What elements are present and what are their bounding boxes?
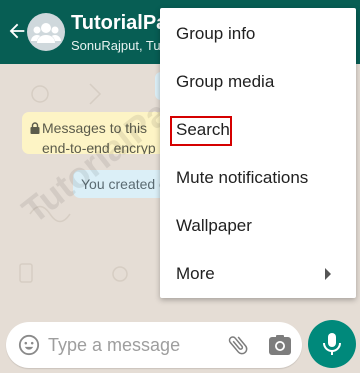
back-arrow-icon[interactable] [6, 20, 28, 42]
menu-item-more[interactable]: More [160, 250, 356, 298]
camera-icon[interactable] [268, 334, 292, 356]
group-created-notice: You created g [73, 170, 173, 198]
attach-icon[interactable] [226, 333, 250, 357]
mic-icon [323, 333, 341, 355]
menu-item-wallpaper[interactable]: Wallpaper [160, 202, 356, 250]
menu-item-mute-notifications[interactable]: Mute notifications [160, 154, 356, 202]
encryption-notice[interactable]: Messages to this end-to-end encryp [22, 112, 172, 154]
encryption-line-1: Messages to this [42, 120, 148, 136]
chevron-right-icon [325, 268, 331, 280]
search-highlight-box [170, 116, 232, 146]
voice-record-button[interactable] [308, 320, 356, 368]
emoji-icon[interactable] [18, 334, 40, 356]
menu-item-group-media[interactable]: Group media [160, 58, 356, 106]
encryption-line-2: end-to-end encryp [42, 140, 156, 154]
menu-item-more-label: More [176, 264, 215, 283]
menu-item-group-info[interactable]: Group info [160, 10, 356, 58]
message-composer [6, 322, 302, 368]
overflow-menu: Group info Group media Search Mute notif… [160, 8, 356, 298]
group-members-subtitle[interactable]: SonuRajput, Tut [71, 38, 164, 53]
lock-icon [30, 122, 40, 134]
group-avatar-icon[interactable] [27, 13, 65, 51]
message-input[interactable] [48, 330, 218, 360]
